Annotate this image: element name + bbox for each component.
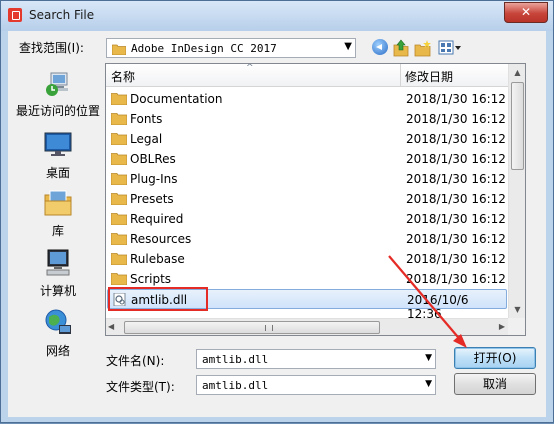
annotation-arrow-icon: [388, 255, 467, 348]
search-file-dialog: Search File ✕ 查找范围(I): Adobe InDesign CC…: [0, 0, 554, 423]
